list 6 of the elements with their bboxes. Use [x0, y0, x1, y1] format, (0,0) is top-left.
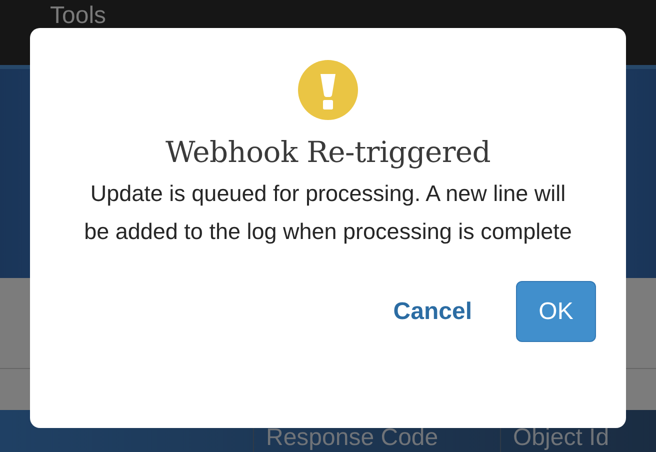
cancel-button[interactable]: Cancel [391, 294, 474, 330]
dialog-message: Update is queued for processing. A new line will be added to the log when processing is complete [83, 180, 573, 246]
menu-item[interactable]: Tools [50, 0, 106, 32]
ok-button[interactable]: OK [516, 281, 596, 342]
dialog-title: Webhook Re-triggered [165, 135, 491, 169]
warning-icon [298, 60, 358, 120]
